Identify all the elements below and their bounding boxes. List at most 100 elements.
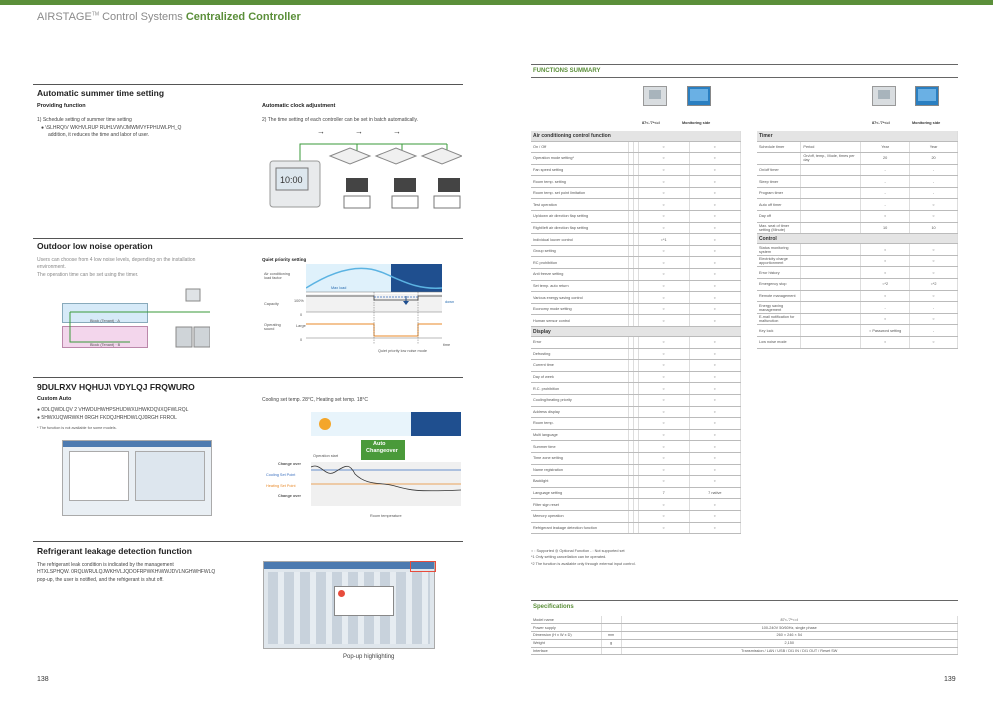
- support-monitoring: ○: [909, 336, 958, 349]
- function-name: Test operation: [531, 198, 629, 212]
- section-rule: [33, 238, 463, 239]
- capacity-0-label: 0: [300, 313, 303, 317]
- function-name: [757, 152, 802, 165]
- function-row: Max. seat of timer setting (Minute) 10 10: [757, 222, 958, 235]
- functions-table-left: Air conditioning control function On / Of…: [531, 131, 742, 535]
- function-detail: [800, 336, 862, 349]
- function-row: Error history ○ ○: [757, 266, 958, 280]
- function-detail: [800, 301, 862, 314]
- function-row: Operation mode setting* ○ ○: [531, 152, 742, 165]
- function-name: Max. seat of timer setting (Minute): [757, 222, 802, 235]
- providing-function-label: Providing function: [37, 103, 86, 109]
- category-label: Display: [531, 326, 741, 337]
- function-name: Set temp. auto return: [531, 280, 629, 293]
- function-row: Day off ○ ○: [757, 210, 958, 223]
- support-monitoring: ○: [689, 141, 742, 154]
- legend-footnote: ○ : Supported ◎ Optional Function - : No…: [531, 549, 625, 553]
- support-controller: ○: [638, 440, 690, 453]
- support-controller: ○: [638, 371, 690, 384]
- function-row: Address display ○ ○: [531, 406, 742, 419]
- support-monitoring: ○: [689, 348, 742, 361]
- function-name: Individual louver control: [531, 233, 629, 246]
- function-name: Emergency stop: [757, 278, 802, 291]
- col-controller-left: 87<-'7*<=I: [642, 121, 660, 125]
- footnote-2: *2 The function is available only throug…: [531, 562, 636, 566]
- support-monitoring: ○: [689, 359, 742, 372]
- support-controller: -: [860, 175, 911, 188]
- support-monitoring: ○: [689, 417, 742, 430]
- function-name: R.C. prohibition: [531, 382, 629, 395]
- support-monitoring: ○: [689, 522, 742, 535]
- function-row: R.C. prohibition ○ ○: [531, 382, 742, 395]
- room-temp-label: Room temperature: [370, 514, 402, 518]
- support-monitoring: ○: [689, 256, 742, 270]
- monitor-icon: [687, 86, 711, 106]
- clock-readout: 10:00: [280, 175, 303, 185]
- function-name: Memory operation: [531, 510, 629, 523]
- col-controller-right: 87<-'7*<=I: [872, 121, 890, 125]
- s1-text-4: 2) The time setting of each controller c…: [262, 117, 419, 123]
- operation-start-label: Operation start: [313, 454, 339, 458]
- col-monitoring-right: Monitoring side: [912, 121, 941, 125]
- support-controller: ○: [638, 210, 690, 223]
- support-controller: ○: [638, 475, 690, 488]
- support-controller: ○: [638, 291, 690, 304]
- section-rule: [33, 377, 463, 378]
- spec-unit: [601, 616, 622, 625]
- function-name: Room temp. set point limitation: [531, 187, 629, 200]
- spec-name: Model name: [531, 616, 602, 625]
- support-controller: ○: [638, 452, 690, 465]
- function-detail: [800, 222, 862, 235]
- custom-auto-label: Custom Auto: [37, 396, 72, 402]
- function-name: Key lock: [757, 324, 802, 337]
- function-name: Anti freeze setting: [531, 268, 629, 281]
- function-name: Status monitoring system: [757, 243, 802, 256]
- function-detail: [800, 266, 862, 280]
- support-monitoring: ○: [689, 303, 742, 316]
- support-monitoring: ○*2: [909, 278, 958, 291]
- function-detail: [800, 255, 862, 268]
- support-monitoring: ○: [689, 222, 742, 235]
- controller-device-icon: [872, 86, 896, 106]
- function-row: Time zone setting ○ ○: [531, 452, 742, 465]
- max-load-label: Max load: [331, 286, 347, 290]
- spec-name: Weight: [531, 639, 602, 648]
- quiet-period-label: Quiet priority low noise mode: [378, 349, 427, 353]
- auto-clock-label: Automatic clock adjustment: [262, 103, 336, 109]
- svg-text:→: →: [393, 127, 401, 136]
- function-row: Current time ○ ○: [531, 359, 742, 372]
- leak-popup-screenshot: [263, 561, 435, 649]
- function-name: Electricity charge apportionment: [757, 255, 802, 268]
- support-controller: ○: [860, 210, 911, 223]
- low-noise-system-diagram: [69, 288, 210, 348]
- support-monitoring: ○: [689, 187, 742, 200]
- function-row: Electricity charge apportionment ○ ○: [757, 255, 958, 268]
- function-name: Day of week: [531, 371, 629, 384]
- support-monitoring: ○: [689, 175, 742, 188]
- function-name: Room temp. setting: [531, 175, 629, 188]
- support-controller: ○: [638, 222, 690, 235]
- function-row: Test operation ○ ○: [531, 198, 742, 212]
- page-number-right: 139: [944, 676, 956, 683]
- support-controller: ○ Password setting: [860, 324, 911, 337]
- function-name: Defrosting: [531, 348, 629, 361]
- support-monitoring: ○: [689, 406, 742, 419]
- function-name: Energy saving management: [757, 301, 802, 314]
- brand-header: AIRSTAGETM Control Systems Centralized C…: [37, 11, 301, 23]
- support-controller: -: [860, 301, 911, 314]
- function-detail: [800, 164, 862, 177]
- support-monitoring: ○: [689, 475, 742, 488]
- support-controller: ○: [860, 336, 911, 349]
- monitor-icon: [915, 86, 939, 106]
- changeover-diagram: [311, 412, 461, 506]
- clock-adjust-diagram: → → → 10:00: [269, 127, 462, 209]
- function-detail: Period: [800, 141, 862, 154]
- auto-label: Auto: [373, 441, 386, 447]
- spec-row: Interface Transmission / LAN / USB / DI1 …: [531, 647, 958, 656]
- spec-name: Power supply: [531, 623, 602, 633]
- function-detail: [800, 210, 862, 223]
- load-factor-label: Air conditioning load factor: [264, 272, 290, 280]
- function-row: On/off, temp., Mode, times per day 20 20: [757, 152, 958, 165]
- capacity-100-label: 100%: [294, 299, 304, 303]
- support-monitoring: ○: [909, 255, 958, 268]
